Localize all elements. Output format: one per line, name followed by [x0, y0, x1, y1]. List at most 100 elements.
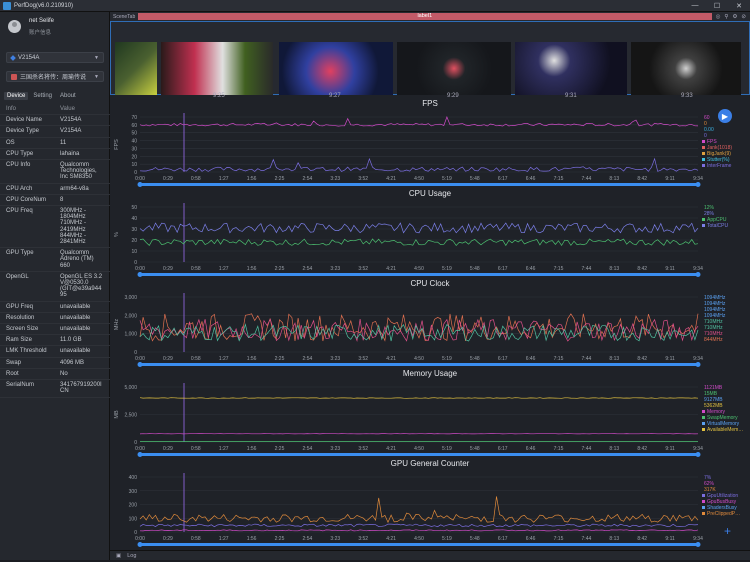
slider-handle[interactable] [138, 182, 143, 187]
location-icon[interactable]: ◎ [716, 14, 721, 20]
log-tab[interactable]: Log [127, 553, 136, 559]
x-tick-label: 9:11 [665, 266, 675, 272]
y-tick-label: 100 [129, 516, 138, 522]
cancel-icon[interactable]: ⊘ [741, 14, 746, 20]
info-value: 341767919200ICN [60, 380, 104, 396]
legend-swatch [702, 146, 705, 149]
y-tick-label: 20 [131, 238, 137, 244]
y-axis-label: % [114, 232, 120, 237]
slider-handle[interactable] [696, 272, 701, 277]
screenshot-thumb[interactable] [515, 42, 627, 95]
scene-bar: SceneTab label1 ◎ ⚲ ⚙ ⊘ [110, 12, 750, 21]
x-tick-label: 9:11 [665, 176, 675, 182]
panel-toggle-icon[interactable]: ▣ [116, 553, 121, 559]
slider-handle[interactable] [138, 362, 143, 367]
time-range-slider[interactable] [140, 543, 698, 546]
close-icon[interactable]: ✕ [728, 2, 750, 10]
y-tick-label: 40 [131, 139, 137, 145]
x-tick-label: 6:46 [526, 176, 536, 182]
info-key: Resolution [6, 313, 60, 323]
device-select[interactable]: V2154A ▼ [6, 52, 104, 63]
info-row: Ram Size11.0 GB [0, 335, 110, 346]
x-tick-label: 2:54 [303, 356, 313, 362]
play-button[interactable]: ▶ [718, 109, 732, 123]
x-tick-label: 8:42 [637, 356, 647, 362]
screenshot-thumb[interactable] [279, 42, 393, 95]
info-row: Screen Sizeunavailable [0, 324, 110, 335]
chart-title: CPU Usage [409, 189, 452, 198]
screenshot-timeline[interactable]: 9:25 9:27 9:29 9:31 9:33 [110, 21, 750, 95]
maximize-icon[interactable]: ☐ [706, 2, 728, 10]
info-value: 8 [60, 195, 104, 205]
app-select[interactable]: 三国杀名将传：周瑜传说 ▼ [6, 71, 104, 82]
time-range-slider[interactable] [140, 363, 698, 366]
profile[interactable]: net Selife 账户信息 [0, 12, 109, 42]
info-key: Screen Size [6, 324, 60, 334]
slider-handle[interactable] [696, 542, 701, 547]
time-range-slider[interactable] [140, 273, 698, 276]
legend-swatch [702, 152, 705, 155]
slider-handle[interactable] [138, 542, 143, 547]
legend-swatch [702, 140, 705, 143]
settings-icon[interactable]: ⚙ [732, 14, 737, 20]
legend-item: 844MHz [704, 337, 723, 343]
x-tick-label: 8:13 [609, 176, 619, 182]
x-tick-label: 3:23 [330, 356, 340, 362]
info-value: arm64-v8a [60, 184, 104, 194]
x-tick-label: 9:34 [693, 446, 703, 452]
slider-handle[interactable] [138, 452, 143, 457]
time-range-slider[interactable] [140, 453, 698, 456]
chevron-down-icon: ▼ [94, 55, 99, 61]
device-info-table: InfoValueDevice NameV2154ADevice TypeV21… [0, 104, 110, 398]
x-tick-label: 8:13 [609, 356, 619, 362]
x-tick-label: 1:56 [247, 446, 257, 452]
screenshot-thumb[interactable] [161, 42, 273, 95]
x-tick-label: 4:50 [414, 356, 424, 362]
x-tick-label: 8:42 [637, 176, 647, 182]
slider-handle[interactable] [696, 182, 701, 187]
x-tick-label: 0:29 [163, 536, 173, 542]
charts-area[interactable]: FPSFPS0102030405060700:000:290:581:271:5… [110, 97, 750, 562]
tab-about[interactable]: About [57, 92, 79, 100]
info-key: Swap [6, 358, 60, 368]
x-tick-label: 7:44 [582, 176, 592, 182]
slider-handle[interactable] [138, 272, 143, 277]
y-tick-label: 30 [131, 146, 137, 152]
screenshot-thumb[interactable] [397, 42, 511, 95]
info-key: CPU Type [6, 149, 60, 159]
x-tick-label: 4:21 [386, 446, 396, 452]
info-key: Device Type [6, 126, 60, 136]
screenshot-thumb[interactable] [115, 42, 157, 95]
avatar[interactable] [8, 20, 21, 33]
x-tick-label: 4:21 [386, 266, 396, 272]
slider-handle[interactable] [696, 362, 701, 367]
info-row: GPU TypeQualcomm Adreno (TM) 660 [0, 248, 110, 272]
x-tick-label: 0:00 [135, 446, 145, 452]
y-axis-label: MHz [114, 319, 120, 331]
account-info-link[interactable]: 账户信息 [29, 28, 51, 36]
pin-icon[interactable]: ⚲ [724, 14, 728, 20]
scene-label[interactable]: label1 [138, 13, 712, 20]
info-value: lahaina [60, 149, 104, 159]
x-tick-label: 2:54 [303, 536, 313, 542]
x-tick-label: 0:58 [191, 536, 201, 542]
x-tick-label: 4:21 [386, 356, 396, 362]
y-tick-label: 3,000 [124, 295, 137, 301]
time-range-slider[interactable] [140, 183, 698, 186]
tab-device[interactable]: Device [4, 92, 28, 100]
x-tick-label: 8:13 [609, 446, 619, 452]
tab-setting[interactable]: Setting [30, 92, 55, 100]
scene-tab-label[interactable]: SceneTab [110, 14, 138, 20]
x-tick-label: 3:52 [358, 536, 368, 542]
info-value: unavailable [60, 302, 104, 312]
screenshot-thumb[interactable] [631, 42, 741, 95]
x-tick-label: 2:25 [275, 536, 285, 542]
x-tick-label: 6:17 [498, 176, 508, 182]
y-axis-label: MB [114, 410, 120, 419]
slider-handle[interactable] [696, 452, 701, 457]
x-tick-label: 6:46 [526, 266, 536, 272]
info-value: 11 [60, 138, 104, 148]
x-tick-label: 7:15 [554, 356, 564, 362]
add-chart-icon[interactable]: + [724, 524, 731, 538]
minimize-icon[interactable]: — [684, 2, 706, 10]
